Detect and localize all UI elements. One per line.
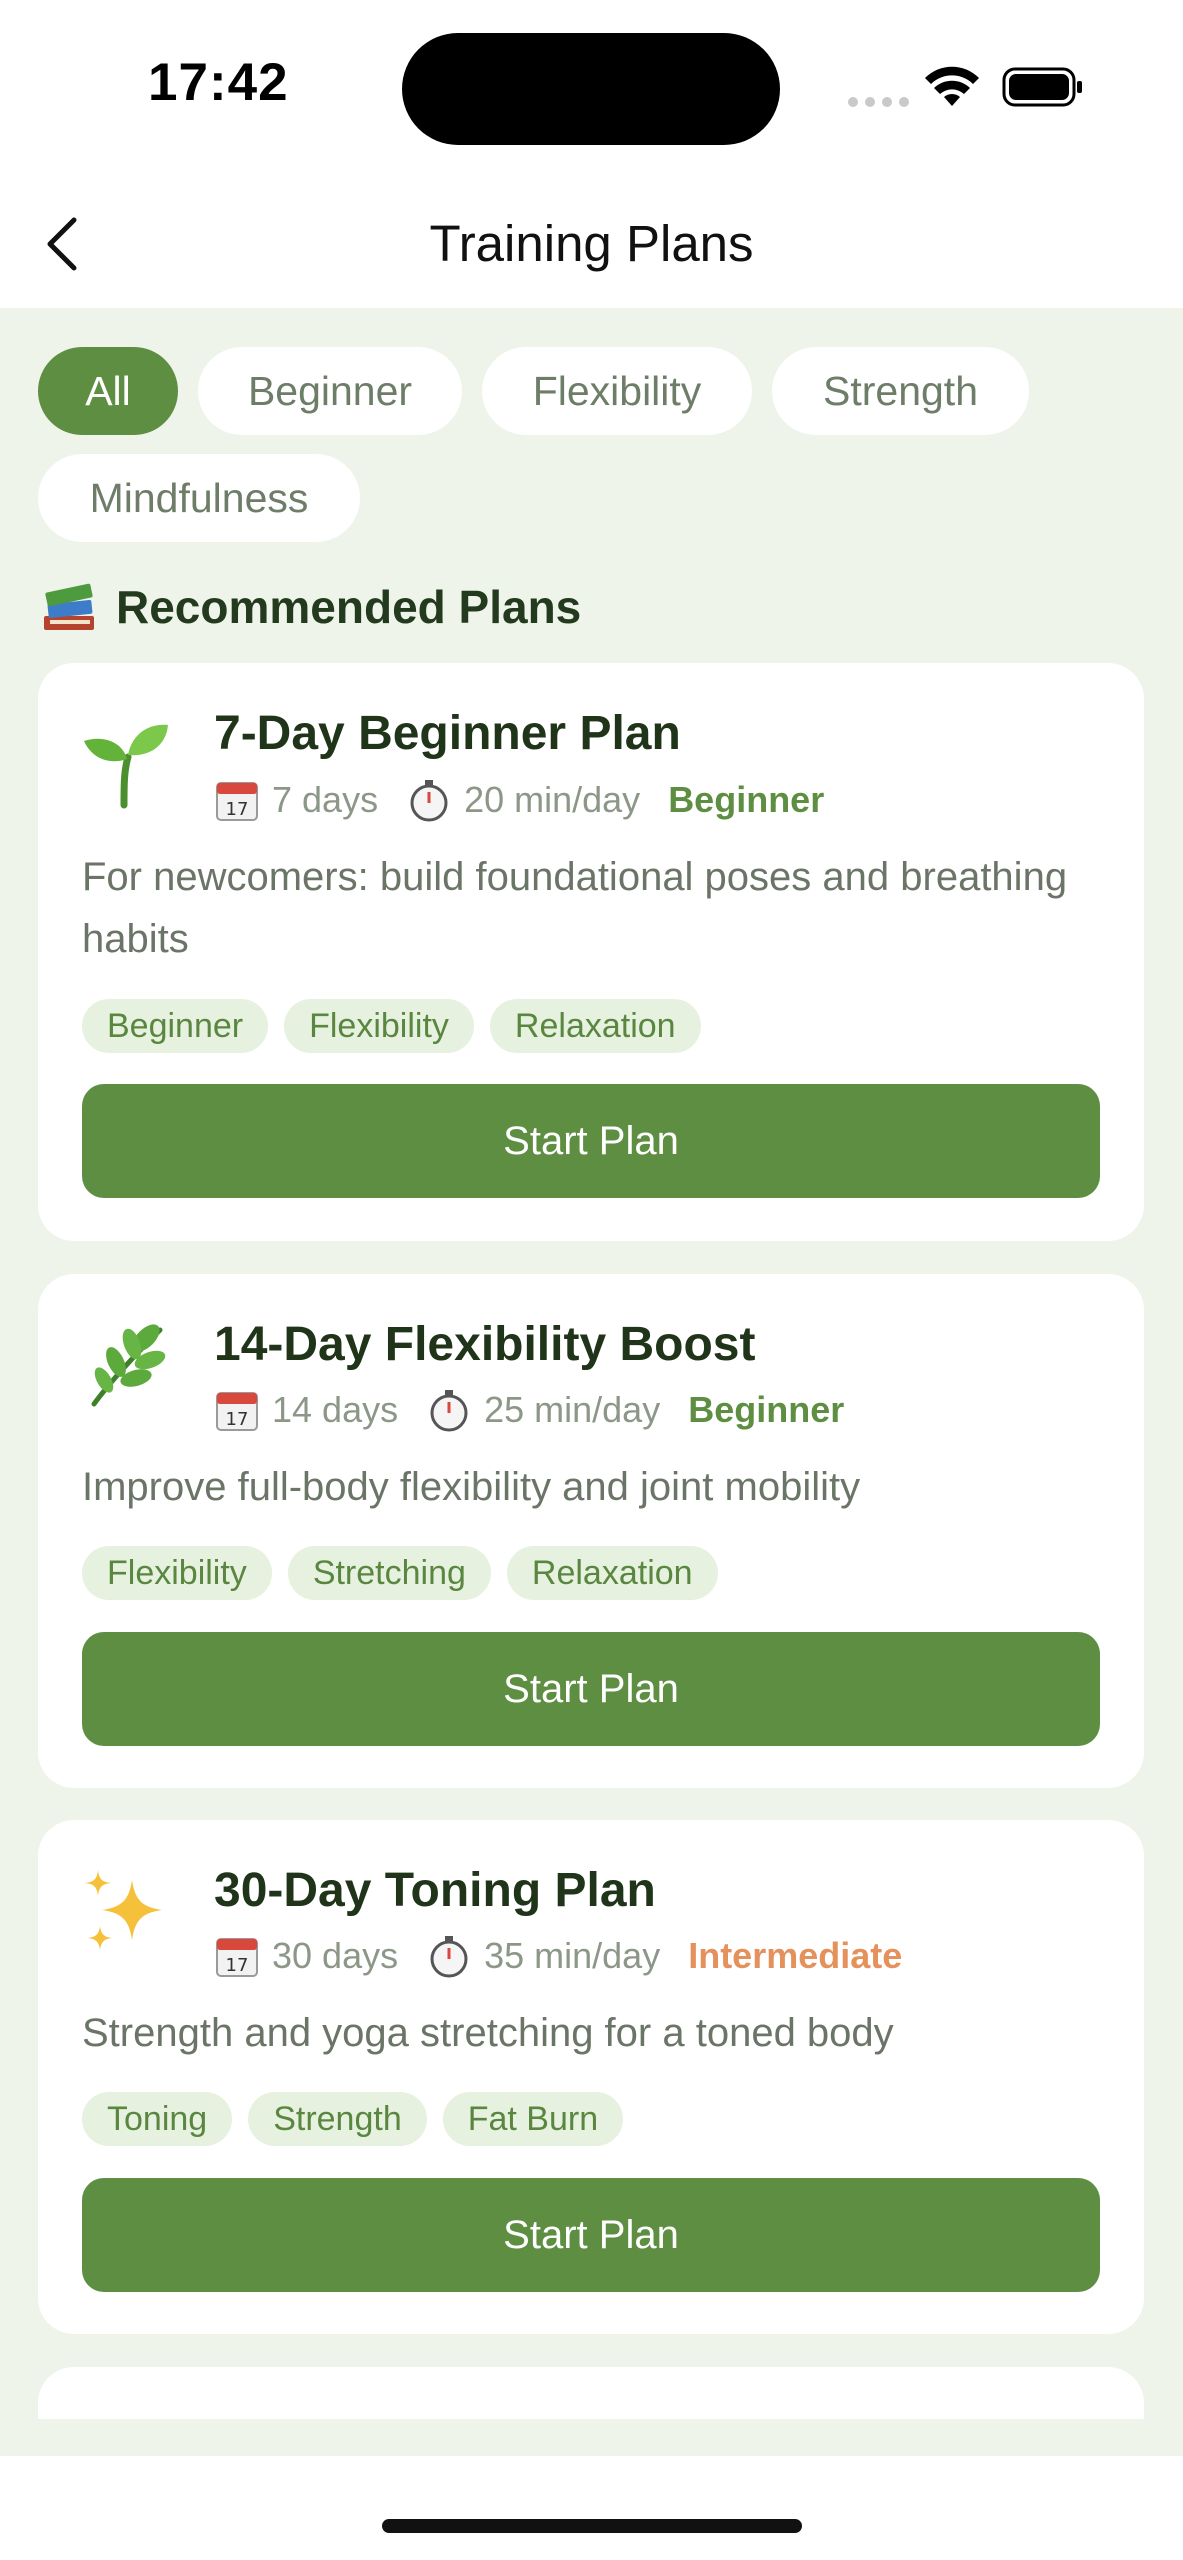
calendar-icon: 17 [216,1938,258,1977]
start-plan-button[interactable]: Start Plan [82,1632,1100,1746]
plan-days: 30 days [272,1935,399,1976]
wifi-icon [925,66,979,106]
plan-description: Improve full-body flexibility and joint … [82,1465,861,1509]
filter-chip-strength[interactable]: Strength [772,347,1029,435]
svg-text:17: 17 [226,799,249,820]
filter-chip-all[interactable]: All [38,347,178,435]
plan-card: 14-Day Flexibility Boost 17 14 days 25 m… [38,1274,1144,1788]
section-title: Recommended Plans [116,581,582,633]
plan-tag: Stretching [287,1546,491,1600]
stopwatch-icon [430,1936,468,1978]
plan-days: 14 days [272,1389,399,1430]
status-time: 17:42 [148,53,289,112]
plan-meta: 17 14 days 25 min/day Beginner [214,1385,844,1435]
dynamic-island [402,33,780,145]
herb-icon [91,1324,166,1407]
cellular-signal-icon [848,97,910,107]
calendar-icon: 17 [216,782,258,821]
calendar-icon: 17 [216,1392,258,1431]
plan-tag: Toning [82,2092,233,2146]
battery-icon [1002,67,1082,107]
plan-level: Intermediate [688,1935,903,1976]
plan-tag: Relaxation [506,1546,718,1600]
plan-title: 7-Day Beginner Plan [214,707,681,760]
plan-tag: Flexibility [82,1546,272,1600]
filter-chip-flexibility[interactable]: Flexibility [482,347,752,435]
plan-tag: Fat Burn [442,2092,624,2146]
plan-tags: Beginner Flexibility Relaxation [82,999,701,1053]
home-indicator[interactable] [382,2519,802,2533]
plan-card: 7-Day Beginner Plan 17 7 days 20 min/day… [38,663,1144,1241]
status-bar: 17:42 [0,0,1183,170]
plan-description: For newcomers: build foundational poses … [82,855,1068,961]
filter-chip-mindfulness[interactable]: Mindfulness [38,454,360,542]
seedling-icon [84,724,168,809]
books-icon [44,583,94,630]
svg-text:17: 17 [226,1409,249,1430]
plan-duration: 25 min/day [484,1389,661,1430]
stopwatch-icon [430,1390,468,1432]
plan-card: 30-Day Toning Plan 17 30 days 35 min/day… [38,1820,1144,2334]
plan-meta: 17 7 days 20 min/day Beginner [214,775,824,825]
plan-duration: 35 min/day [484,1935,661,1976]
filter-chip-beginner[interactable]: Beginner [198,347,462,435]
plan-level: Beginner [688,1389,845,1430]
plan-tag: Strength [248,2092,427,2146]
stopwatch-icon [410,780,448,822]
start-plan-button[interactable]: Start Plan [82,1084,1100,1198]
plan-tag: Flexibility [284,999,474,1053]
plan-duration: 20 min/day [464,779,641,820]
plan-level: Beginner [668,779,825,820]
plan-card-partial [38,2367,1144,2419]
plan-title: 30-Day Toning Plan [214,1864,656,1917]
plan-days: 7 days [272,779,379,820]
sparkles-icon [85,1870,162,1950]
plan-meta: 17 30 days 35 min/day Intermediate [214,1931,902,1981]
page-title: Training Plans [429,215,754,272]
start-plan-button[interactable]: Start Plan [82,2178,1100,2292]
plan-tag: Beginner [82,999,269,1053]
svg-text:17: 17 [226,1955,249,1976]
plan-title: 14-Day Flexibility Boost [214,1318,756,1371]
bottom-safe-area [0,2456,1183,2560]
plan-tags: Toning Strength Fat Burn [82,2092,624,2146]
plan-description: Strength and yoga stretching for a toned… [82,2011,894,2055]
plan-tag: Relaxation [489,999,701,1053]
navigation-bar: Training Plans [0,170,1183,308]
plan-tags: Flexibility Stretching Relaxation [82,1546,718,1600]
